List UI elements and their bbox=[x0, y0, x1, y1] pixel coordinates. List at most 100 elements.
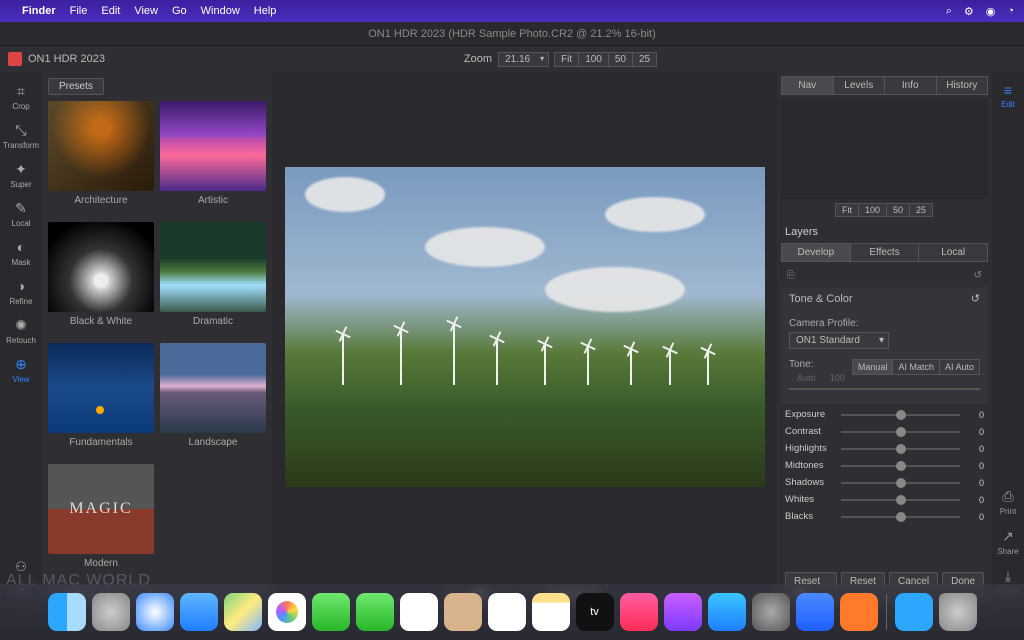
copy-icon[interactable]: ⎘ bbox=[787, 270, 795, 281]
mini-zoom-buttons: Fit 100 50 25 bbox=[777, 203, 992, 217]
dock-messages[interactable] bbox=[312, 593, 350, 631]
dock-photos[interactable] bbox=[268, 593, 306, 631]
slider-contrast[interactable]: Contrast0 bbox=[777, 423, 992, 440]
dock-maps[interactable] bbox=[224, 593, 262, 631]
tool-refine[interactable]: ◑Refine bbox=[0, 273, 42, 310]
tab-history[interactable]: History bbox=[937, 77, 988, 94]
zoom-25[interactable]: 25 bbox=[632, 52, 657, 67]
tab-nav[interactable]: Nav bbox=[782, 77, 834, 94]
tool-transform[interactable]: ⤡Transform bbox=[0, 117, 42, 154]
tab-local[interactable]: Local bbox=[919, 244, 987, 261]
slider-exposure[interactable]: Exposure0 bbox=[777, 406, 992, 423]
mini-zoom-100[interactable]: 100 bbox=[858, 203, 887, 217]
retouch-icon: ✺ bbox=[12, 316, 30, 334]
slider-knob[interactable] bbox=[896, 495, 906, 505]
menu-go[interactable]: Go bbox=[172, 5, 187, 17]
zoom-fit[interactable]: Fit bbox=[554, 52, 579, 67]
tool-retouch[interactable]: ✺Retouch bbox=[0, 312, 42, 349]
nav-preview[interactable] bbox=[781, 99, 988, 199]
reset-icon[interactable]: ↺ bbox=[974, 270, 982, 281]
macos-dock: tv bbox=[0, 584, 1024, 640]
slider-highlights[interactable]: Highlights0 bbox=[777, 440, 992, 457]
preset-architecture[interactable]: Architecture bbox=[48, 101, 154, 216]
tone-manual[interactable]: Manual bbox=[852, 359, 894, 375]
dock-trash[interactable] bbox=[939, 593, 977, 631]
slider-knob[interactable] bbox=[896, 478, 906, 488]
action-print[interactable]: ⎙Print bbox=[1000, 486, 1016, 518]
tone-ai-auto[interactable]: AI Auto bbox=[939, 359, 980, 375]
slider-track[interactable] bbox=[841, 516, 960, 518]
slider-track[interactable] bbox=[841, 465, 960, 467]
zoom-100[interactable]: 100 bbox=[578, 52, 609, 67]
menu-file[interactable]: File bbox=[70, 5, 88, 17]
reset-section-icon[interactable]: ↺ bbox=[971, 292, 980, 305]
dock-appstore[interactable] bbox=[708, 593, 746, 631]
slider-track[interactable] bbox=[841, 482, 960, 484]
tool-mask[interactable]: ◐Mask bbox=[0, 234, 42, 271]
slider-track[interactable] bbox=[841, 448, 960, 450]
canvas[interactable] bbox=[272, 72, 777, 582]
menu-edit[interactable]: Edit bbox=[101, 5, 120, 17]
dock-music[interactable] bbox=[620, 593, 658, 631]
search-icon[interactable]: ⌕ bbox=[946, 5, 952, 18]
menu-help[interactable]: Help bbox=[254, 5, 277, 17]
dock-calendar[interactable] bbox=[400, 593, 438, 631]
preset-landscape[interactable]: Landscape bbox=[160, 343, 266, 458]
dock-finder[interactable] bbox=[48, 593, 86, 631]
control-center-icon[interactable]: ⚙ bbox=[964, 5, 974, 18]
slider-track[interactable] bbox=[841, 414, 960, 416]
slider-knob[interactable] bbox=[896, 461, 906, 471]
tab-develop[interactable]: Develop bbox=[782, 244, 851, 261]
dock-tv[interactable]: tv bbox=[576, 593, 614, 631]
preset-black-white[interactable]: Black & White bbox=[48, 222, 154, 337]
preset-artistic[interactable]: Artistic bbox=[160, 101, 266, 216]
dock-facetime[interactable] bbox=[356, 593, 394, 631]
dock-downloads[interactable] bbox=[895, 593, 933, 631]
mini-zoom-50[interactable]: 50 bbox=[886, 203, 910, 217]
dock-reminders[interactable] bbox=[488, 593, 526, 631]
menubar-app-name[interactable]: Finder bbox=[22, 5, 56, 17]
dock-settings[interactable] bbox=[752, 593, 790, 631]
slider-blacks[interactable]: Blacks0 bbox=[777, 508, 992, 525]
menu-view[interactable]: View bbox=[134, 5, 158, 17]
tool-super[interactable]: ✦Super bbox=[0, 156, 42, 193]
preset-dramatic[interactable]: Dramatic bbox=[160, 222, 266, 337]
mini-zoom-fit[interactable]: Fit bbox=[835, 203, 859, 217]
tool-view[interactable]: ⊕View bbox=[0, 351, 42, 388]
tone-ai-match[interactable]: AI Match bbox=[892, 359, 940, 375]
dock-app2[interactable] bbox=[840, 593, 878, 631]
slider-knob[interactable] bbox=[896, 410, 906, 420]
slider-midtones[interactable]: Midtones0 bbox=[777, 457, 992, 474]
siri-icon[interactable]: ◉ bbox=[986, 5, 996, 18]
slider-knob[interactable] bbox=[896, 427, 906, 437]
clock-icon[interactable]: ◔ bbox=[1007, 5, 1014, 17]
tab-levels[interactable]: Levels bbox=[834, 77, 886, 94]
slider-track[interactable] bbox=[841, 499, 960, 501]
mode-edit[interactable]: ≡Edit bbox=[1001, 80, 1015, 111]
slider-knob[interactable] bbox=[896, 444, 906, 454]
preset-fundamentals[interactable]: Fundamentals bbox=[48, 343, 154, 458]
tool-local[interactable]: ✎Local bbox=[0, 195, 42, 232]
slider-whites[interactable]: Whites0 bbox=[777, 491, 992, 508]
mini-zoom-25[interactable]: 25 bbox=[909, 203, 933, 217]
slider-track[interactable] bbox=[841, 431, 960, 433]
menu-window[interactable]: Window bbox=[201, 5, 240, 17]
zoom-dropdown[interactable]: 21.16 bbox=[498, 52, 549, 67]
tab-effects[interactable]: Effects bbox=[851, 244, 920, 261]
camera-profile-dropdown[interactable]: ON1 Standard bbox=[789, 332, 889, 349]
dock-podcasts[interactable] bbox=[664, 593, 702, 631]
dock-launchpad[interactable] bbox=[92, 593, 130, 631]
slider-shadows[interactable]: Shadows0 bbox=[777, 474, 992, 491]
preset-tab-presets[interactable]: Presets bbox=[48, 78, 104, 95]
action-share[interactable]: ↗Share bbox=[997, 526, 1018, 558]
tool-crop[interactable]: ⌗Crop bbox=[0, 78, 42, 115]
dock-app1[interactable] bbox=[796, 593, 834, 631]
zoom-50[interactable]: 50 bbox=[608, 52, 633, 67]
dock-safari[interactable] bbox=[136, 593, 174, 631]
preset-modern[interactable]: MAGICModern bbox=[48, 464, 154, 579]
dock-mail[interactable] bbox=[180, 593, 218, 631]
tab-info[interactable]: Info bbox=[885, 77, 937, 94]
slider-knob[interactable] bbox=[896, 512, 906, 522]
dock-notes[interactable] bbox=[532, 593, 570, 631]
dock-contacts[interactable] bbox=[444, 593, 482, 631]
